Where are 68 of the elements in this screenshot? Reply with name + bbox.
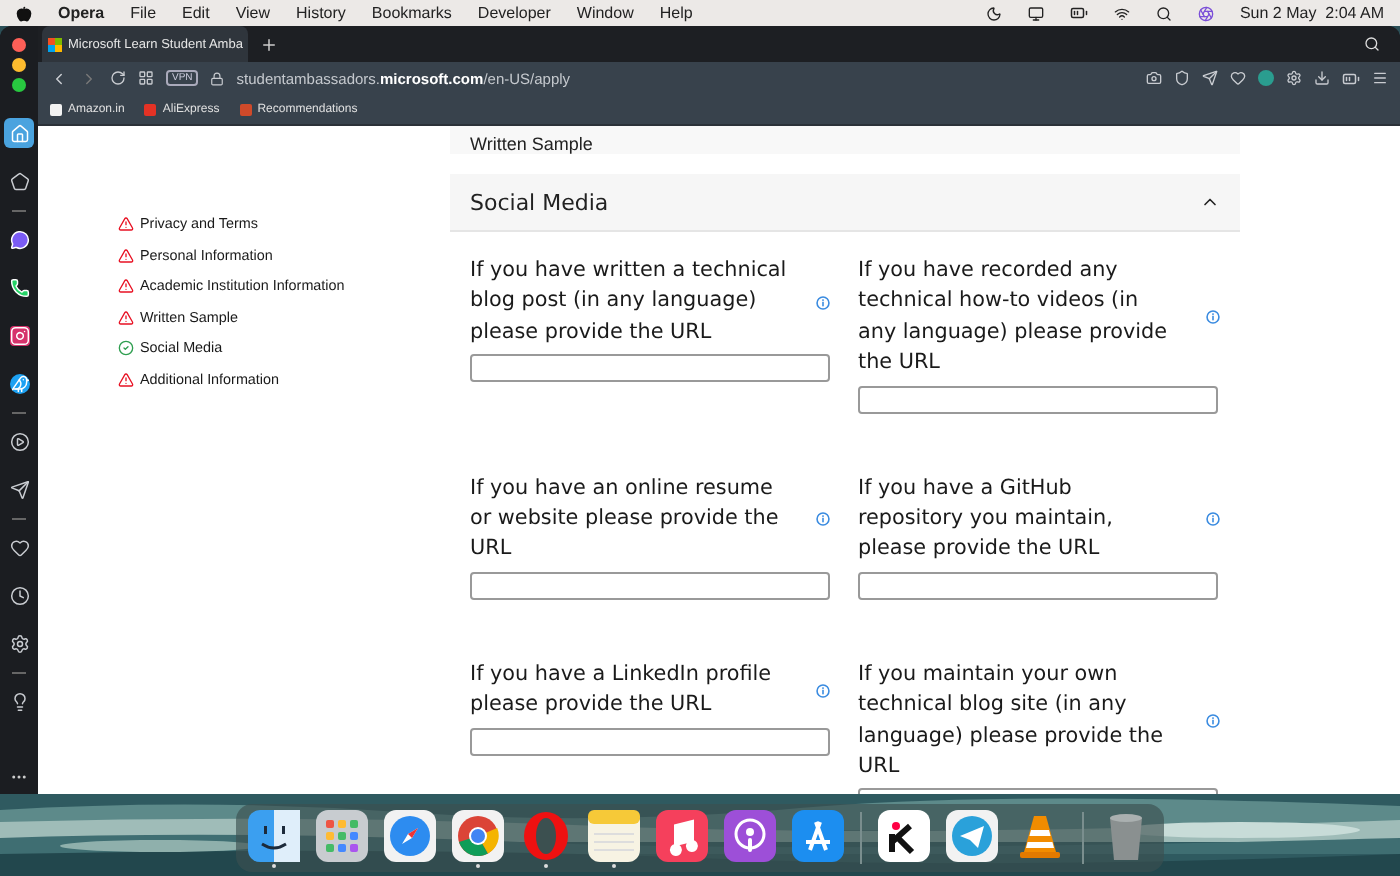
info-icon[interactable] [1206, 310, 1220, 325]
podcast-icon[interactable] [724, 809, 776, 861]
menu-icon[interactable] [1372, 70, 1388, 86]
field-label: If you have an online resume or website please provide the URL [470, 473, 781, 565]
apple-icon[interactable] [16, 5, 32, 21]
bookmark-icon [144, 103, 157, 115]
menu-item[interactable]: Help [659, 4, 693, 22]
new-tab-icon[interactable] [260, 35, 279, 53]
menu-item[interactable]: View [235, 4, 271, 22]
battery-icon[interactable] [1069, 4, 1088, 22]
app-grid-icon[interactable] [316, 809, 368, 861]
settings-icon[interactable] [1286, 70, 1302, 86]
field-label: If you have a LinkedIn profile please provide the URL [470, 659, 774, 721]
field-label: If you have recorded any technical how-to videos (in any language) please provide the URL [858, 256, 1170, 379]
zoom-button[interactable] [12, 77, 26, 91]
bookmark-icon [50, 103, 62, 115]
app-menu[interactable]: Opera [58, 4, 105, 22]
url-field[interactable] [470, 571, 830, 600]
send-icon[interactable] [1202, 70, 1218, 86]
lock-icon [210, 71, 225, 85]
section-title: Social Media [470, 189, 609, 215]
four-squares-icon [48, 37, 62, 51]
monitor-icon[interactable] [1027, 5, 1044, 21]
back-icon[interactable] [50, 69, 68, 87]
k-tile-icon[interactable] [878, 809, 930, 861]
heart-icon[interactable] [1230, 70, 1246, 86]
menu-item[interactable]: Window [576, 4, 634, 22]
chrome-ball-icon[interactable] [452, 809, 504, 861]
download-icon[interactable] [1314, 70, 1330, 86]
avatar-icon[interactable] [1258, 70, 1274, 86]
menu-item[interactable]: Developer [477, 4, 551, 22]
bookmark-icon [239, 103, 252, 115]
camera-icon[interactable] [1146, 70, 1162, 86]
minimize-button[interactable] [12, 57, 26, 71]
close-button[interactable] [12, 37, 26, 51]
url-field[interactable] [470, 727, 830, 756]
field-label: If you have written a technical blog post (in any language) please provide the URL [470, 256, 789, 348]
info-icon[interactable] [816, 512, 830, 527]
aperture-icon[interactable] [1197, 5, 1214, 21]
notepad-icon[interactable] [588, 809, 640, 861]
camera-icon[interactable] [4, 320, 34, 350]
home-icon[interactable] [4, 118, 34, 148]
menu-item[interactable]: Edit [182, 4, 210, 22]
field-label: If you have a GitHub repository you maintain, please provide the URL [858, 473, 1115, 565]
search-icon[interactable] [1155, 5, 1172, 21]
clock-text: Sun 2 May 2:04 AM [1239, 4, 1384, 22]
info-icon[interactable] [1206, 512, 1220, 527]
field-label: If you maintain your own technical blog site (in any language) please provide the URL [858, 659, 1165, 783]
wifi-icon[interactable] [1113, 5, 1130, 21]
url-field[interactable] [858, 385, 1218, 414]
section-header[interactable]: Social Media [450, 174, 1240, 232]
url-field[interactable] [858, 571, 1218, 600]
grid-icon[interactable] [138, 70, 154, 86]
compass-icon[interactable] [384, 809, 436, 861]
menu-item[interactable]: Bookmarks [371, 4, 452, 22]
music-note-icon[interactable] [656, 809, 708, 861]
menu-item[interactable]: History [296, 4, 346, 22]
smiling-face-app-icon[interactable] [248, 809, 300, 861]
paper-plane-icon[interactable] [946, 809, 998, 861]
info-icon[interactable] [816, 683, 830, 698]
section-title[interactable]: Written Sample [470, 134, 593, 154]
moon-icon[interactable] [985, 5, 1002, 21]
reload-icon[interactable] [110, 70, 126, 86]
info-icon[interactable] [816, 295, 830, 310]
info-icon[interactable] [1206, 714, 1220, 729]
menu-item[interactable]: File [130, 4, 157, 22]
url-field[interactable] [470, 354, 830, 383]
shield-icon[interactable] [1174, 70, 1190, 86]
